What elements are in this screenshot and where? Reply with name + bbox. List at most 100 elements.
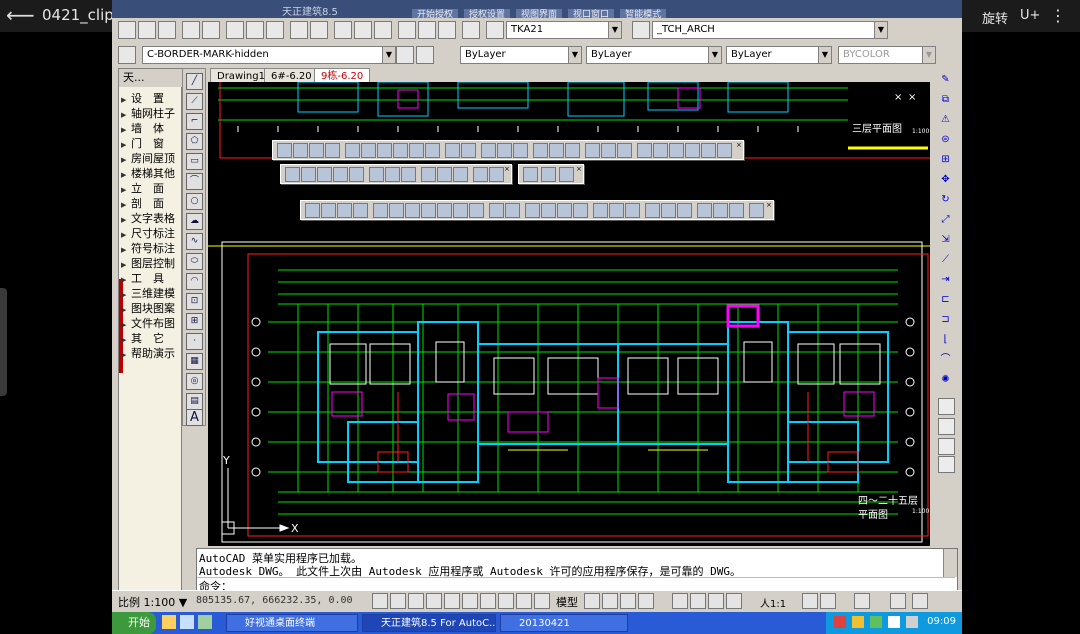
zoom-window-icon[interactable] xyxy=(374,21,392,39)
linetype-combo[interactable]: ByLayer ▼ xyxy=(586,46,722,64)
menu-item-section[interactable]: ▶ 剖 面 xyxy=(121,196,179,211)
menu-item-text-table[interactable]: ▶ 文字表格 xyxy=(121,211,179,226)
mirror-icon[interactable]: ⚠ xyxy=(938,112,953,127)
dim-style-icon[interactable] xyxy=(632,21,650,39)
menu-item-other[interactable]: ▶ 其 它 xyxy=(121,331,179,346)
layer-combo[interactable]: C-BORDER-MARK-hidden ▼ xyxy=(142,46,396,64)
menu-item-axis-column[interactable]: ▶ 轴网柱子 xyxy=(121,106,179,121)
taskbar-item-folder[interactable]: 20130421 xyxy=(500,614,628,632)
layout-icon[interactable] xyxy=(638,593,654,609)
menu-item-3d-model[interactable]: ▶ 三维建模 xyxy=(121,286,179,301)
arc-icon[interactable]: ⌒ xyxy=(186,173,203,190)
erase-icon[interactable]: ✎ xyxy=(938,72,953,87)
spline-icon[interactable]: ∿ xyxy=(186,233,203,250)
menu-item-block-hatch[interactable]: ▶ 图块图案 xyxy=(121,301,179,316)
explode-icon[interactable]: ✺ xyxy=(938,372,953,387)
snap-toggle[interactable] xyxy=(372,593,388,609)
scale-icon[interactable]: ⤢ xyxy=(938,212,953,227)
clean-screen-icon[interactable] xyxy=(912,593,928,609)
lock-icon[interactable] xyxy=(890,593,906,609)
make-current-layer-icon[interactable] xyxy=(396,46,414,64)
menu-item-symbol[interactable]: ▶ 符号标注 xyxy=(121,241,179,256)
revision-cloud-icon[interactable]: ☁ xyxy=(186,213,203,230)
trim-icon[interactable]: ⟋ xyxy=(938,252,953,267)
lineweight-combo[interactable]: ByLayer ▼ xyxy=(726,46,832,64)
mtext-icon[interactable]: A xyxy=(186,409,203,426)
zoom-realtime-icon[interactable] xyxy=(354,21,372,39)
draw-order-under-icon[interactable] xyxy=(938,456,955,473)
close-icon[interactable]: × xyxy=(736,142,742,149)
model-space-button[interactable]: 模型 xyxy=(556,594,578,610)
polygon-icon[interactable]: ⬠ xyxy=(186,133,203,150)
plotstyle-combo[interactable]: BYCOLOR ▼ xyxy=(838,46,936,64)
menu-item-stair-other[interactable]: ▶ 楼梯其他 xyxy=(121,166,179,181)
menu-item-settings[interactable]: ▶ 设 置 xyxy=(121,91,179,106)
ducs-toggle[interactable] xyxy=(480,593,496,609)
layout-icon[interactable] xyxy=(584,593,600,609)
menu-item-dimension[interactable]: ▶ 尺寸标注 xyxy=(121,226,179,241)
dim-style-combo[interactable]: _TCH_ARCH ▼ xyxy=(652,21,888,39)
tray-icon[interactable] xyxy=(852,616,864,628)
annotation-scale[interactable]: 人1:1 xyxy=(760,595,786,610)
help-icon[interactable] xyxy=(462,21,480,39)
menu-item-help[interactable]: ▶ 帮助演示 xyxy=(121,346,179,361)
preview-icon[interactable] xyxy=(202,21,220,39)
insert-block-icon[interactable]: ⊡ xyxy=(186,293,203,310)
osnap-toggle[interactable] xyxy=(444,593,460,609)
command-input[interactable]: 命令： xyxy=(197,577,955,593)
qp-toggle[interactable] xyxy=(534,593,550,609)
annotation-visibility-icon[interactable] xyxy=(802,593,818,609)
make-block-icon[interactable]: ⊞ xyxy=(186,313,203,330)
layer-previous-icon[interactable] xyxy=(416,46,434,64)
auto-scale-icon[interactable] xyxy=(820,593,836,609)
tray-icon[interactable] xyxy=(834,616,846,628)
text-style-icon[interactable] xyxy=(486,21,504,39)
properties-icon[interactable] xyxy=(398,21,416,39)
layout-icon[interactable] xyxy=(602,593,618,609)
rotate-icon[interactable]: ↻ xyxy=(938,192,953,207)
volume-icon[interactable] xyxy=(888,616,900,628)
ellipse-arc-icon[interactable]: ◠ xyxy=(186,273,203,290)
dyn-toggle[interactable] xyxy=(498,593,514,609)
quicklaunch-icon[interactable] xyxy=(198,615,212,629)
start-button[interactable]: 开始 xyxy=(112,612,156,634)
offset-icon[interactable]: ⊜ xyxy=(938,132,953,147)
point-icon[interactable]: · xyxy=(186,333,203,350)
open-file-icon[interactable] xyxy=(138,21,156,39)
menu-item-elevation[interactable]: ▶ 立 面 xyxy=(121,181,179,196)
paste-icon[interactable] xyxy=(266,21,284,39)
taskbar-item-conference[interactable]: 好视通桌面终端 xyxy=(226,614,358,632)
tray-icon[interactable] xyxy=(870,616,882,628)
table-icon[interactable]: ▤ xyxy=(186,393,203,410)
command-scrollbar[interactable] xyxy=(943,549,957,577)
rotate-button[interactable]: 旋转 xyxy=(982,8,1008,27)
close-viewport-icon-2[interactable]: × xyxy=(908,92,916,103)
more-options-icon[interactable]: ⋮ xyxy=(1050,6,1066,25)
undo-icon[interactable] xyxy=(290,21,308,39)
save-icon[interactable] xyxy=(158,21,176,39)
draw-order-back-icon[interactable] xyxy=(938,418,955,435)
otrack-toggle[interactable] xyxy=(462,593,478,609)
menu-item-wall[interactable]: ▶ 墙 体 xyxy=(121,121,179,136)
extend-icon[interactable]: ⇥ xyxy=(938,272,953,287)
lineweight-toggle[interactable] xyxy=(516,593,532,609)
color-combo[interactable]: ByLayer ▼ xyxy=(460,46,582,64)
back-arrow-icon[interactable]: ⟵ xyxy=(6,4,35,26)
layout-icon[interactable] xyxy=(620,593,636,609)
scale-selector[interactable]: 比例 1:100 ▼ xyxy=(118,594,187,610)
move-icon[interactable]: ✥ xyxy=(938,172,953,187)
side-drawer-handle[interactable] xyxy=(0,288,7,396)
draw-order-above-icon[interactable] xyxy=(938,438,955,455)
break-icon[interactable]: ⊏ xyxy=(938,292,953,307)
join-icon[interactable]: ⊐ xyxy=(938,312,953,327)
new-file-icon[interactable] xyxy=(118,21,136,39)
close-icon[interactable]: × xyxy=(766,202,772,209)
menu-item-tools[interactable]: ▶ 工 具 xyxy=(121,271,179,286)
layer-manager-icon[interactable] xyxy=(118,46,136,64)
ellipse-icon[interactable]: ⬭ xyxy=(186,253,203,270)
print-icon[interactable] xyxy=(182,21,200,39)
close-icon[interactable]: × xyxy=(504,166,510,173)
menu-item-room-roof[interactable]: ▶ 房间屋顶 xyxy=(121,151,179,166)
copy-object-icon[interactable]: ⧉ xyxy=(938,92,953,107)
array-icon[interactable]: ⊞ xyxy=(938,152,953,167)
